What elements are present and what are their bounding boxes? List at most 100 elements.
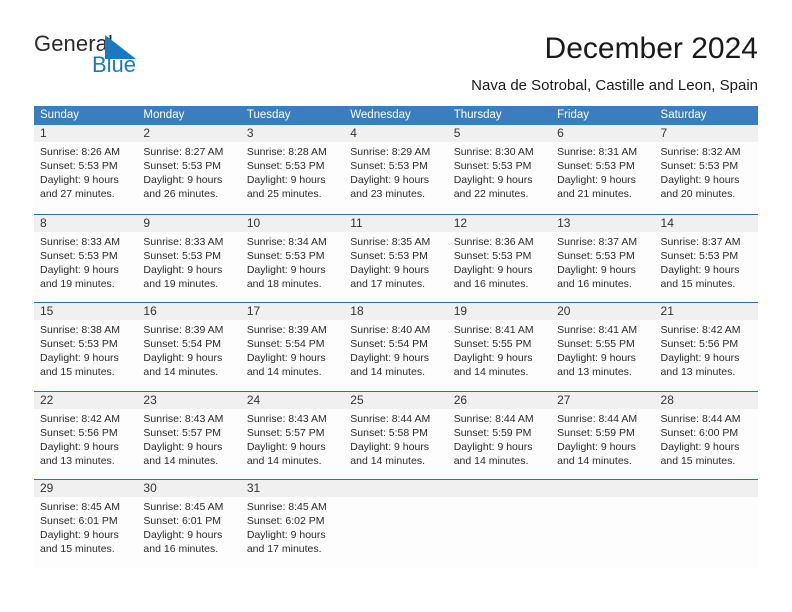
day-detail-line: Sunrise: 8:37 AM	[557, 235, 638, 248]
day-cell-22[interactable]: 22 Sunrise: 8:42 AM Sunset: 5:56 PM Dayligh…	[34, 391, 138, 479]
day-number-band: 23	[137, 391, 241, 409]
day-cell-21[interactable]: 21 Sunrise: 8:42 AM Sunset: 5:56 PM Dayligh…	[654, 303, 758, 391]
day-detail-line: and 14 minutes.	[453, 454, 529, 467]
day-details: Sunrise: 8:35 AM Sunset: 5:53 PM Daylight:…	[344, 232, 447, 291]
day-detail-line: Daylight: 9 hours	[143, 352, 223, 364]
day-detail-line: and 27 minutes.	[40, 188, 115, 200]
day-detail-line: Sunset: 6:01 PM	[40, 515, 118, 527]
generalblue-logo: General Blue	[34, 33, 214, 83]
day-cell-20[interactable]: 20 Sunrise: 8:41 AM Sunset: 5:55 PM Dayligh…	[551, 303, 655, 391]
day-number: 7	[660, 126, 668, 140]
day-detail-line: Daylight: 9 hours	[453, 440, 533, 453]
day-cell-23[interactable]: 23 Sunrise: 8:43 AM Sunset: 5:57 PM Dayligh…	[137, 391, 241, 479]
day-detail-line: Sunset: 5:53 PM	[660, 160, 739, 172]
day-cell-3[interactable]: 3 Sunrise: 8:28 AM Sunset: 5:53 PM Daylight…	[240, 125, 345, 214]
day-number-band: 18	[344, 303, 448, 320]
day-cell-28[interactable]: 28 Sunrise: 8:44 AM Sunset: 6:00 PM Dayligh…	[654, 391, 758, 479]
day-details: Sunrise: 8:32 AM Sunset: 5:53 PM Daylight:…	[655, 142, 758, 201]
day-cell-6[interactable]: 6 Sunrise: 8:31 AM Sunset: 5:53 PM Daylight…	[551, 125, 655, 214]
day-cell-30[interactable]: 30 Sunrise: 8:45 AM Sunset: 6:01 PM Dayligh…	[137, 480, 241, 568]
day-cell-16[interactable]: 16 Sunrise: 8:39 AM Sunset: 5:54 PM Dayligh…	[137, 303, 241, 391]
day-cell-empty	[447, 480, 552, 568]
day-cell-29[interactable]: 29 Sunrise: 8:45 AM Sunset: 6:01 PM Dayligh…	[34, 480, 138, 568]
day-cell-4[interactable]: 4 Sunrise: 8:29 AM Sunset: 5:53 PM Daylight…	[344, 125, 448, 214]
day-detail-line: Daylight: 9 hours	[453, 263, 533, 276]
day-number-band: 17	[240, 303, 345, 320]
day-cell-25[interactable]: 25 Sunrise: 8:44 AM Sunset: 5:58 PM Dayligh…	[344, 391, 448, 479]
day-number-band: 27	[551, 391, 655, 409]
day-cell-2[interactable]: 2 Sunrise: 8:27 AM Sunset: 5:53 PM Daylight…	[137, 125, 241, 214]
day-detail-line: and 22 minutes.	[453, 188, 529, 200]
day-cell-26[interactable]: 26 Sunrise: 8:44 AM Sunset: 5:59 PM Dayligh…	[447, 391, 552, 479]
day-number: 2	[143, 126, 151, 140]
day-details: Sunrise: 8:45 AM Sunset: 6:02 PM Daylight:…	[241, 497, 344, 556]
day-cell-5[interactable]: 5 Sunrise: 8:30 AM Sunset: 5:53 PM Daylight…	[447, 125, 552, 214]
day-detail-line: Daylight: 9 hours	[246, 174, 326, 186]
day-detail-line: Daylight: 9 hours	[143, 263, 223, 276]
day-cell-31[interactable]: 31 Sunrise: 8:45 AM Sunset: 6:02 PM Dayligh…	[240, 480, 345, 568]
day-cell-19[interactable]: 19 Sunrise: 8:41 AM Sunset: 5:55 PM Dayligh…	[447, 303, 552, 391]
day-detail-line: Sunset: 5:53 PM	[40, 249, 118, 262]
day-cell-7[interactable]: 7 Sunrise: 8:32 AM Sunset: 5:53 PM Daylight…	[654, 125, 758, 214]
day-cell-10[interactable]: 10 Sunrise: 8:34 AM Sunset: 5:53 PM Dayligh…	[240, 214, 345, 302]
day-detail-line: Sunset: 5:53 PM	[453, 160, 532, 172]
day-detail-line: Sunset: 5:57 PM	[246, 426, 325, 439]
day-cell-8[interactable]: 8 Sunrise: 8:33 AM Sunset: 5:53 PM Daylight…	[34, 214, 138, 302]
day-detail-line: and 26 minutes.	[143, 188, 219, 200]
day-details: Sunrise: 8:33 AM Sunset: 5:53 PM Daylight:…	[34, 232, 137, 291]
day-details: Sunrise: 8:43 AM Sunset: 5:57 PM Daylight:…	[137, 409, 240, 468]
day-detail-line: Daylight: 9 hours	[350, 174, 430, 186]
day-number-band: 21	[654, 303, 758, 320]
day-cell-18[interactable]: 18 Sunrise: 8:40 AM Sunset: 5:54 PM Dayligh…	[344, 303, 448, 391]
day-cell-13[interactable]: 13 Sunrise: 8:37 AM Sunset: 5:53 PM Dayligh…	[551, 214, 655, 302]
day-details: Sunrise: 8:45 AM Sunset: 6:01 PM Daylight:…	[34, 497, 137, 556]
day-detail-line: Sunrise: 8:43 AM	[246, 412, 327, 425]
day-details: Sunrise: 8:44 AM Sunset: 5:59 PM Daylight:…	[551, 409, 654, 468]
calendar-week-row: 29 Sunrise: 8:45 AM Sunset: 6:01 PM Dayligh…	[34, 479, 758, 568]
day-detail-line: Sunrise: 8:34 AM	[246, 235, 327, 248]
day-detail-line: Sunrise: 8:32 AM	[660, 146, 741, 158]
day-number-band: 31	[240, 480, 345, 497]
day-detail-line: Sunrise: 8:31 AM	[557, 146, 638, 158]
weekday-header-saturday: Saturday	[660, 109, 707, 121]
calendar-week-row: 22 Sunrise: 8:42 AM Sunset: 5:56 PM Dayligh…	[34, 390, 758, 479]
day-cell-24[interactable]: 24 Sunrise: 8:43 AM Sunset: 5:57 PM Dayligh…	[240, 391, 345, 479]
day-details: Sunrise: 8:41 AM Sunset: 5:55 PM Daylight:…	[448, 320, 551, 379]
day-detail-line: Daylight: 9 hours	[246, 352, 326, 364]
day-detail-line: Sunrise: 8:37 AM	[660, 235, 741, 248]
calendar-week-row: 1 Sunrise: 8:26 AM Sunset: 5:53 PM Daylight…	[34, 125, 758, 214]
day-number: 8	[40, 215, 47, 230]
day-cell-17[interactable]: 17 Sunrise: 8:39 AM Sunset: 5:54 PM Dayligh…	[240, 303, 345, 391]
day-detail-line: Sunrise: 8:43 AM	[143, 412, 224, 425]
day-number: 10	[246, 215, 261, 230]
day-number: 13	[557, 215, 571, 230]
weekday-header-tuesday: Tuesday	[246, 109, 291, 121]
day-detail-line: Daylight: 9 hours	[557, 440, 636, 453]
day-detail-line: and 16 minutes.	[557, 277, 632, 290]
day-details: Sunrise: 8:40 AM Sunset: 5:54 PM Daylight:…	[344, 320, 447, 379]
day-cell-12[interactable]: 12 Sunrise: 8:36 AM Sunset: 5:53 PM Dayligh…	[447, 214, 552, 302]
day-detail-line: and 13 minutes.	[557, 366, 632, 378]
day-detail-line: Sunset: 6:02 PM	[246, 515, 325, 527]
day-cell-1[interactable]: 1 Sunrise: 8:26 AM Sunset: 5:53 PM Daylight…	[34, 125, 138, 214]
day-number: 26	[453, 392, 468, 407]
day-cell-9[interactable]: 9 Sunrise: 8:33 AM Sunset: 5:53 PM Daylight…	[137, 214, 241, 302]
day-detail-line: Sunrise: 8:41 AM	[453, 324, 534, 336]
day-detail-line: Daylight: 9 hours	[453, 352, 533, 364]
day-cell-14[interactable]: 14 Sunrise: 8:37 AM Sunset: 5:53 PM Dayligh…	[654, 214, 758, 302]
day-detail-line: and 14 minutes.	[453, 366, 529, 378]
weekday-header-friday: Friday	[557, 109, 590, 121]
day-number: 22	[40, 392, 54, 407]
day-detail-line: Sunset: 5:53 PM	[40, 160, 118, 172]
day-details: Sunrise: 8:43 AM Sunset: 5:57 PM Daylight:…	[241, 409, 344, 468]
weekday-header-wednesday: Wednesday	[350, 109, 411, 121]
day-details: Sunrise: 8:27 AM Sunset: 5:53 PM Daylight:…	[137, 142, 240, 201]
day-details: Sunrise: 8:39 AM Sunset: 5:54 PM Daylight:…	[137, 320, 240, 379]
day-cell-11[interactable]: 11 Sunrise: 8:35 AM Sunset: 5:53 PM Dayligh…	[344, 214, 448, 302]
day-cell-27[interactable]: 27 Sunrise: 8:44 AM Sunset: 5:59 PM Dayligh…	[551, 391, 655, 479]
day-detail-line: Sunset: 5:55 PM	[557, 338, 635, 350]
day-detail-line: Sunrise: 8:29 AM	[350, 146, 431, 158]
day-detail-line: Sunset: 6:00 PM	[660, 426, 739, 439]
day-detail-line: and 15 minutes.	[660, 277, 736, 290]
day-cell-15[interactable]: 15 Sunrise: 8:38 AM Sunset: 5:53 PM Dayligh…	[34, 303, 138, 391]
